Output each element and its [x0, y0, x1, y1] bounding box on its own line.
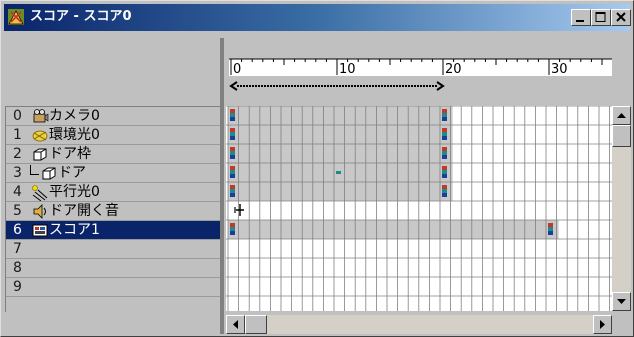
title-bar[interactable]: スコア - スコア0: [4, 4, 631, 31]
timeline-grid-graphics: [226, 106, 612, 311]
ruler-right-filler: [612, 38, 631, 100]
pane-splitter[interactable]: [220, 38, 224, 334]
track-name: 環境光0: [49, 127, 100, 143]
score-app-icon: [8, 9, 24, 25]
ruler-graphics: 0 10 20 30: [229, 58, 612, 91]
ruler-label: 10: [339, 62, 356, 77]
keyframe-marker[interactable]: [442, 147, 447, 159]
loop-end-arrow-icon[interactable]: [436, 81, 445, 91]
keyframe-marker[interactable]: [442, 185, 447, 197]
keyframe-marker[interactable]: [442, 109, 447, 121]
track-number: 9: [13, 279, 22, 295]
directional-light-icon: [31, 184, 49, 202]
arrow-up-icon: [617, 113, 626, 118]
horizontal-scrollbar[interactable]: [226, 315, 612, 334]
loop-start-arrow-icon[interactable]: [229, 81, 238, 91]
sound-icon: [31, 203, 49, 220]
track-name: 平行光0: [49, 184, 100, 200]
track-row[interactable]: 6 スコア1: [6, 221, 221, 240]
keyframe-marker[interactable]: [336, 171, 341, 174]
cube-icon: [31, 146, 49, 163]
keyframe-marker[interactable]: [230, 109, 235, 121]
keyframe-marker[interactable]: [230, 147, 235, 159]
keyframe-marker[interactable]: [230, 185, 235, 197]
cube-icon: [40, 165, 58, 182]
keyframe-marker[interactable]: [442, 128, 447, 140]
ruler-label: 0: [233, 62, 241, 77]
scroll-right-button[interactable]: [593, 315, 612, 334]
timeline-ruler[interactable]: 0 10 20 30: [226, 38, 612, 100]
keyframe-marker[interactable]: [442, 166, 447, 178]
track-number: 1: [13, 127, 22, 143]
track-row[interactable]: 8: [6, 259, 221, 278]
track-number: 3: [13, 165, 22, 181]
maximize-button[interactable]: [591, 9, 611, 26]
track-number: 2: [13, 146, 22, 162]
scroll-down-button[interactable]: [612, 292, 631, 311]
track-row[interactable]: 3 ドア: [6, 164, 221, 183]
score-icon: [31, 222, 49, 239]
ambient-light-icon: [31, 127, 49, 144]
keyframe-marker[interactable]: [230, 128, 235, 140]
track-row[interactable]: 9: [6, 278, 221, 297]
maximize-icon: [595, 12, 606, 22]
arrow-right-icon: [600, 320, 605, 329]
score-window: スコア - スコア0 0 カメラ0 1 環境光0 2 ドア枠 3 ドア 4 平行光0 5 ドア開く音 6…: [0, 0, 634, 337]
tree-connector: [30, 165, 39, 175]
vertical-scrollbar[interactable]: [612, 106, 631, 311]
arrow-down-icon: [617, 299, 626, 304]
track-row[interactable]: 4 平行光0: [6, 183, 221, 202]
timeline-grid[interactable]: [226, 106, 612, 311]
horizontal-scroll-thumb[interactable]: [245, 315, 267, 334]
track-row[interactable]: 2 ドア枠: [6, 145, 221, 164]
ruler-label: 30: [551, 62, 568, 77]
keyframe-marker[interactable]: [548, 223, 553, 235]
track-name: ドア開く音: [49, 203, 119, 219]
track-name: スコア1: [49, 222, 100, 238]
sound-event-marker[interactable]: [236, 204, 244, 216]
vertical-scroll-thumb[interactable]: [612, 125, 631, 147]
track-list-footer: [5, 315, 219, 333]
scrollbar-corner: [612, 315, 631, 334]
camera-icon: [31, 108, 49, 125]
track-row[interactable]: 5 ドア開く音: [6, 202, 221, 221]
track-number: 8: [13, 260, 22, 276]
track-row[interactable]: 0 カメラ0: [6, 107, 221, 126]
track-number: 0: [13, 108, 22, 124]
ruler-label: 20: [445, 62, 462, 77]
minimize-icon: [576, 20, 584, 22]
track-name: カメラ0: [49, 108, 100, 124]
track-row[interactable]: 7: [6, 240, 221, 259]
track-name: ドア枠: [49, 146, 91, 162]
scroll-up-button[interactable]: [612, 106, 631, 125]
track-number: 5: [13, 203, 22, 219]
close-icon: [616, 12, 626, 22]
track-row[interactable]: 1 環境光0: [6, 126, 221, 145]
track-number: 6: [13, 222, 22, 238]
minimize-button[interactable]: [571, 9, 591, 26]
track-number: 4: [13, 184, 22, 200]
track-header-panel: [5, 38, 219, 100]
track-number: 7: [13, 241, 22, 257]
window-title: スコア - スコア0: [30, 9, 132, 24]
close-button[interactable]: [611, 9, 631, 26]
track-span[interactable]: [228, 220, 559, 239]
keyframe-marker[interactable]: [230, 166, 235, 178]
scroll-left-button[interactable]: [226, 315, 245, 334]
track-list[interactable]: 0 カメラ0 1 環境光0 2 ドア枠 3 ドア 4 平行光0 5 ドア開く音 6 スコア1 7 8 9: [5, 106, 221, 312]
keyframe-marker[interactable]: [230, 223, 235, 235]
arrow-left-icon: [233, 320, 238, 329]
track-name: ドア: [58, 165, 86, 181]
